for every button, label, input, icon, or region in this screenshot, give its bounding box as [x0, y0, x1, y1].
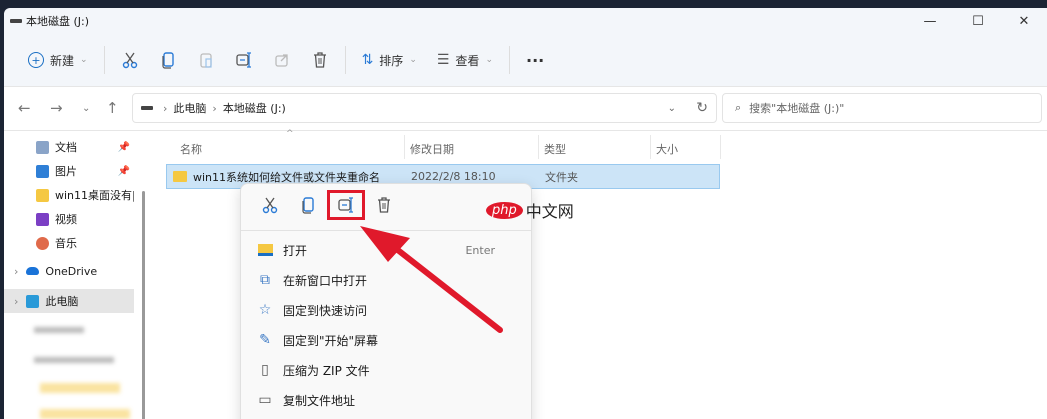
red-arrow-annotation	[360, 226, 503, 333]
